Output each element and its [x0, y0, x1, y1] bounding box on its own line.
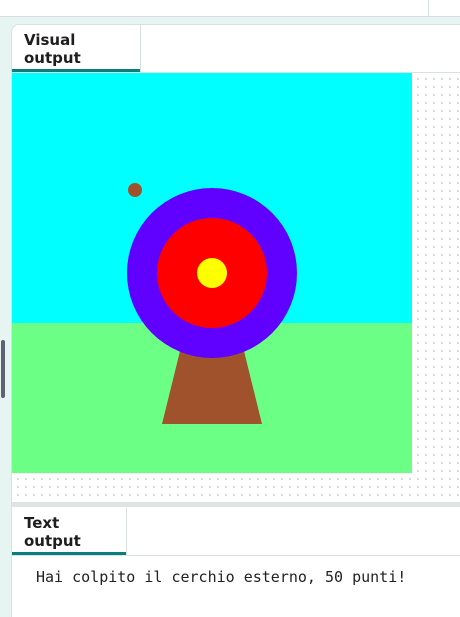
- console-line: Hai colpito il cerchio esterno, 50 punti…: [36, 568, 407, 586]
- tab-visual-output-label: Visual output: [24, 30, 81, 67]
- tab-text-output[interactable]: Text output: [12, 508, 127, 555]
- resize-handle[interactable]: [1, 340, 5, 398]
- tab-text-output-label: Text output: [24, 513, 81, 550]
- visual-output-area: [12, 73, 460, 501]
- arrow-hit-marker: [128, 183, 142, 197]
- top-toolbar-strip: [0, 0, 460, 17]
- scene-canvas[interactable]: [12, 73, 412, 473]
- output-panel: Visual output Text output Hai colpito il…: [11, 24, 460, 617]
- target-bullseye: [197, 258, 227, 288]
- toolbar-divider: [428, 0, 429, 16]
- panel-splitter[interactable]: [12, 502, 460, 507]
- text-output-console: Hai colpito il cerchio esterno, 50 punti…: [12, 556, 460, 617]
- tab-visual-output[interactable]: Visual output: [12, 25, 141, 72]
